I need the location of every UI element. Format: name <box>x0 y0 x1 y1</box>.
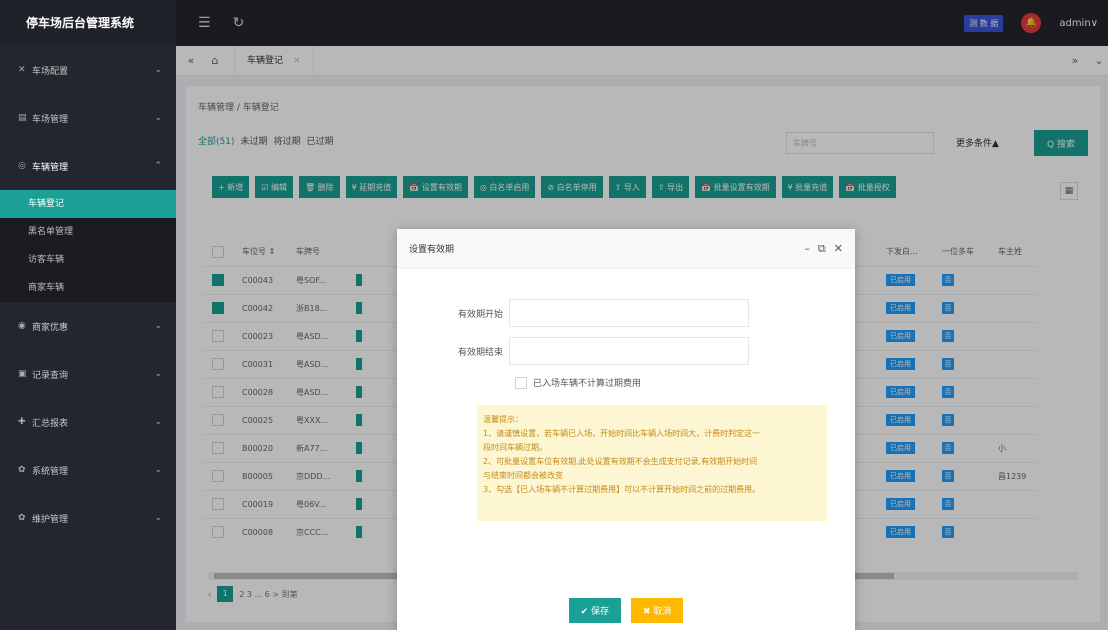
sidebar-subitem-blacklist[interactable]: 黑名单管理 <box>0 218 176 246</box>
record-icon: ▣ <box>18 369 27 379</box>
start-date-label: 有效期开始 <box>457 309 503 320</box>
start-date-row: 有效期开始 <box>433 299 749 327</box>
maintain-icon: ✿ <box>18 513 26 523</box>
save-button[interactable]: ✔ 保存 <box>568 597 621 623</box>
sidebar: 停车场后台管理系统 ✕ 车场配置 ⌄ ▤ 车场管理 ⌄ ◎ 车辆管理 ⌃ 车辆登记 黑名单管… <box>0 0 176 630</box>
sidebar-subitem-vehicle-register[interactable]: 车辆登记 <box>0 190 176 218</box>
chevron-down-icon: ⌄ <box>154 321 162 331</box>
sidebar-item-records[interactable]: ▣ 记录查询 ⌄ <box>0 350 176 398</box>
cancel-button[interactable]: ✖ 取消 <box>631 597 684 623</box>
chevron-down-icon: ⌄ <box>154 113 162 123</box>
tip-box: 温馨提示： 1、请谨慎设置，若车辆已入场，开始时间比车辆入场时间大，计费时判定这… <box>477 405 827 521</box>
car-icon: ◎ <box>18 161 26 171</box>
chevron-up-icon: ⌃ <box>154 161 162 171</box>
minimize-icon[interactable]: – <box>804 242 810 255</box>
ignore-fee-option[interactable]: 已入场车辆不计算过期费用 <box>515 376 641 389</box>
report-icon: ✚ <box>18 417 26 427</box>
chevron-down-icon: ⌄ <box>154 465 162 475</box>
chevron-down-icon: ⌄ <box>154 417 162 427</box>
chevron-down-icon: ⌄ <box>154 513 162 523</box>
sidebar-item-discount[interactable]: ◉ 商家优惠 ⌄ <box>0 302 176 350</box>
end-date-label: 有效期结束 <box>457 347 503 358</box>
sidebar-item-config[interactable]: ✕ 车场配置 ⌄ <box>0 46 176 94</box>
sidebar-item-maintain[interactable]: ✿ 维护管理 ⌄ <box>0 494 176 542</box>
sidebar-submenu: 车辆登记 黑名单管理 访客车辆 商家车辆 <box>0 190 176 302</box>
discount-icon: ◉ <box>18 321 26 331</box>
config-icon: ✕ <box>18 65 26 75</box>
maximize-icon[interactable]: ⧉ <box>818 242 826 256</box>
system-icon: ✿ <box>18 465 26 475</box>
sidebar-item-system[interactable]: ✿ 系统管理 ⌄ <box>0 446 176 494</box>
building-icon: ▤ <box>18 113 27 123</box>
sidebar-item-vehicles[interactable]: ◎ 车辆管理 ⌃ <box>0 142 176 190</box>
sidebar-item-parking[interactable]: ▤ 车场管理 ⌄ <box>0 94 176 142</box>
start-date-input[interactable] <box>509 299 749 327</box>
sidebar-item-reports[interactable]: ✚ 汇总报表 ⌄ <box>0 398 176 446</box>
end-date-row: 有效期结束 <box>433 337 749 365</box>
end-date-input[interactable] <box>509 337 749 365</box>
dialog-title: 设置有效期 <box>409 245 455 255</box>
sidebar-subitem-merchant[interactable]: 商家车辆 <box>0 274 176 302</box>
set-validity-dialog: 设置有效期 – ⧉ ✕ 有效期开始 有效期结束 已入场车辆不计算过期费用 温馨提… <box>397 229 855 630</box>
chevron-down-icon: ⌄ <box>154 369 162 379</box>
chevron-down-icon: ⌄ <box>154 65 162 75</box>
close-icon[interactable]: ✕ <box>834 242 843 255</box>
sidebar-subitem-visitor[interactable]: 访客车辆 <box>0 246 176 274</box>
app-title: 停车场后台管理系统 <box>0 0 176 46</box>
dialog-footer: ✔ 保存 ✖ 取消 <box>397 590 855 630</box>
dialog-header: 设置有效期 – ⧉ ✕ <box>397 229 855 269</box>
ignore-fee-checkbox[interactable] <box>515 376 527 389</box>
